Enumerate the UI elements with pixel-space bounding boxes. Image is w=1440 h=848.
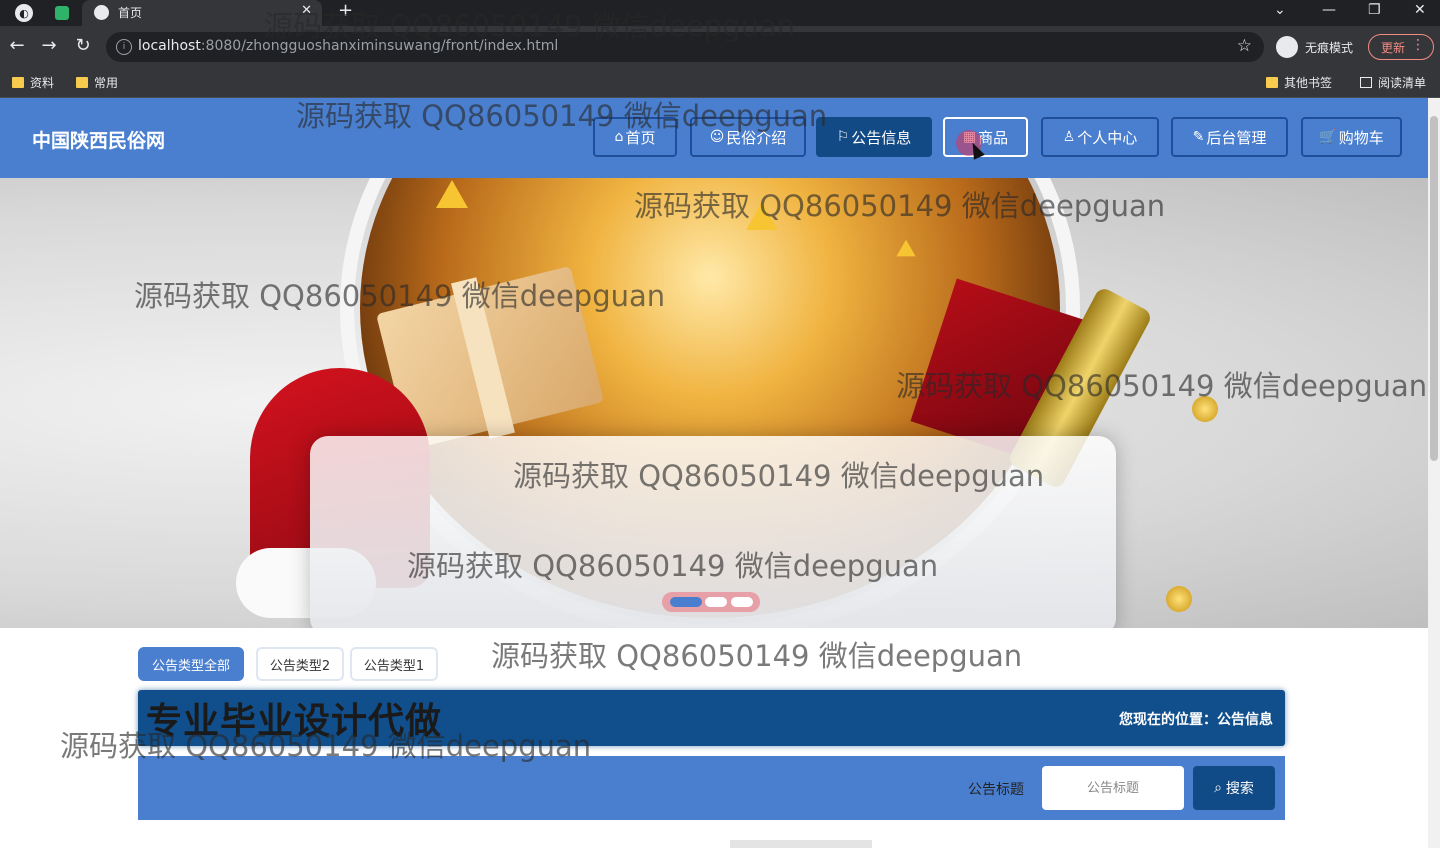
user-icon: ♙ [1062,129,1076,145]
bookmark-label: 资料 [30,76,55,90]
reading-list[interactable]: 阅读清单 [1360,74,1426,91]
tab-title: 首页 [118,6,143,20]
watermark-text: 源码获取 QQ86050149 微信deepguan [491,639,1023,673]
category-type1-button[interactable]: 公告类型1 [350,647,438,681]
page-scrollbar[interactable] [1428,98,1440,848]
search-button[interactable]: ⌕ 搜索 [1193,766,1275,810]
incognito-label: 无痕模式 [1305,41,1354,55]
bookmarks-bar: 资料 常用 其他书签 阅读清单 [0,68,1440,98]
carousel-dot-2[interactable] [705,597,727,607]
breadcrumb-bar: 专业毕业设计代做 您现在的位置：公告信息 [138,690,1285,746]
category-type2-button[interactable]: 公告类型2 [256,647,344,681]
star-decoration [896,239,916,257]
category-all-button[interactable]: 公告类型全部 [138,647,244,681]
nav-label: 商品 [978,128,1009,147]
bookmark-label: 阅读清单 [1378,76,1427,90]
forward-icon[interactable]: → [38,35,60,56]
nav-label: 后台管理 [1206,128,1267,147]
coin-decoration [1192,396,1218,422]
incognito-icon[interactable] [1276,36,1298,58]
content-edge [730,840,872,848]
close-tab-icon[interactable]: ✕ [301,3,312,18]
bookmark-label: 其他书签 [1284,76,1333,90]
search-label: 公告标题 [968,782,1024,798]
minimize-icon[interactable]: — [1322,2,1336,18]
folder-icon [76,77,88,88]
home-icon: ⌂ [614,129,624,145]
search-bar: 公告标题 ⌕搜索 [138,756,1285,820]
reading-list-icon [1360,77,1372,88]
star-decoration [436,180,468,208]
breadcrumb: 您现在的位置：公告信息 [1119,712,1273,728]
tab-home[interactable]: 首页 ✕ [82,0,322,26]
browser-toolbar: ← → ↻ i localhost:8080/zhongguoshanximin… [0,26,1440,68]
banner-carousel[interactable] [0,178,1428,628]
flag-icon: ⚐ [836,129,850,145]
search-icon: ⌕ [1214,780,1222,796]
new-tab-button[interactable]: + [338,0,353,21]
tab-search-icon[interactable]: ⌄ [1274,2,1286,18]
carousel-dot-3[interactable] [730,597,753,607]
url-host: localhost [138,38,201,54]
nav-personal-center[interactable]: ♙ 个人中心 [1041,117,1159,157]
bookmark-folder-ziliao[interactable]: 资料 [12,74,54,91]
scrollbar-thumb[interactable] [1430,116,1438,461]
coin-decoration [1166,586,1192,612]
nav-folk-intro[interactable]: ☺ 民俗介绍 [690,117,806,157]
folder-icon [12,77,24,88]
back-icon[interactable]: ← [6,35,28,56]
nav-announcements[interactable]: ⚐ 公告信息 [816,117,932,157]
star-decoration [746,202,778,230]
nav-products[interactable]: ▦商品 [943,117,1028,157]
update-label: 更新 [1381,41,1406,55]
url-path: :8080/zhongguoshanximinsuwang/front/inde… [200,38,559,54]
restore-icon[interactable]: ❐ [1368,2,1381,18]
nav-admin[interactable]: ✎ 后台管理 [1171,117,1288,157]
carousel-indicators [662,592,760,612]
search-button-label: 搜索 [1225,781,1254,797]
cart-icon: 🛒 [1319,129,1337,145]
address-bar[interactable]: i localhost:8080/zhongguoshanximinsuwang… [106,32,1264,62]
link-icon: ✎ [1192,129,1205,145]
browser-tab-strip: ◐ 首页 ✕ + ⌄ — ❐ ✕ [0,0,1440,26]
search-input[interactable] [1042,766,1184,810]
nav-label: 购物车 [1338,128,1384,147]
bookmark-other[interactable]: 其他书签 [1266,74,1332,91]
site-title: 中国陕西民俗网 [32,130,166,152]
carousel-dot-1[interactable] [669,597,702,607]
close-window-icon[interactable]: ✕ [1414,2,1426,18]
pinned-tab-icon[interactable] [55,6,69,20]
site-header: 中国陕西民俗网 ⌂首页 ☺民俗介绍 ⚐公告信息 ▦商品 ♙个人中心 ✎后台管理 … [0,98,1428,178]
nav-home[interactable]: ⌂ 首页 [593,117,677,157]
site-info-icon[interactable]: i [116,39,132,55]
bookmark-label: 常用 [94,76,119,90]
promo-overlay-text: 专业毕业设计代做 [146,701,443,742]
folder-icon [1266,77,1278,88]
nav-label: 公告信息 [851,128,912,147]
bookmark-folder-changyong[interactable]: 常用 [76,74,118,91]
menu-dots-icon[interactable]: ⋮ [1411,37,1425,53]
globe-icon [94,5,109,20]
nav-label: 首页 [625,128,656,147]
nav-cart[interactable]: 🛒 购物车 [1301,117,1402,157]
palette-icon: ☺ [709,129,725,145]
reload-icon[interactable]: ↻ [72,35,94,56]
update-button[interactable]: 更新 ⋮ [1368,34,1434,60]
nav-label: 民俗介绍 [726,128,787,147]
bookmark-star-icon[interactable]: ☆ [1237,36,1252,56]
nav-label: 个人中心 [1077,128,1138,147]
chrome-app-icon[interactable]: ◐ [15,4,33,22]
